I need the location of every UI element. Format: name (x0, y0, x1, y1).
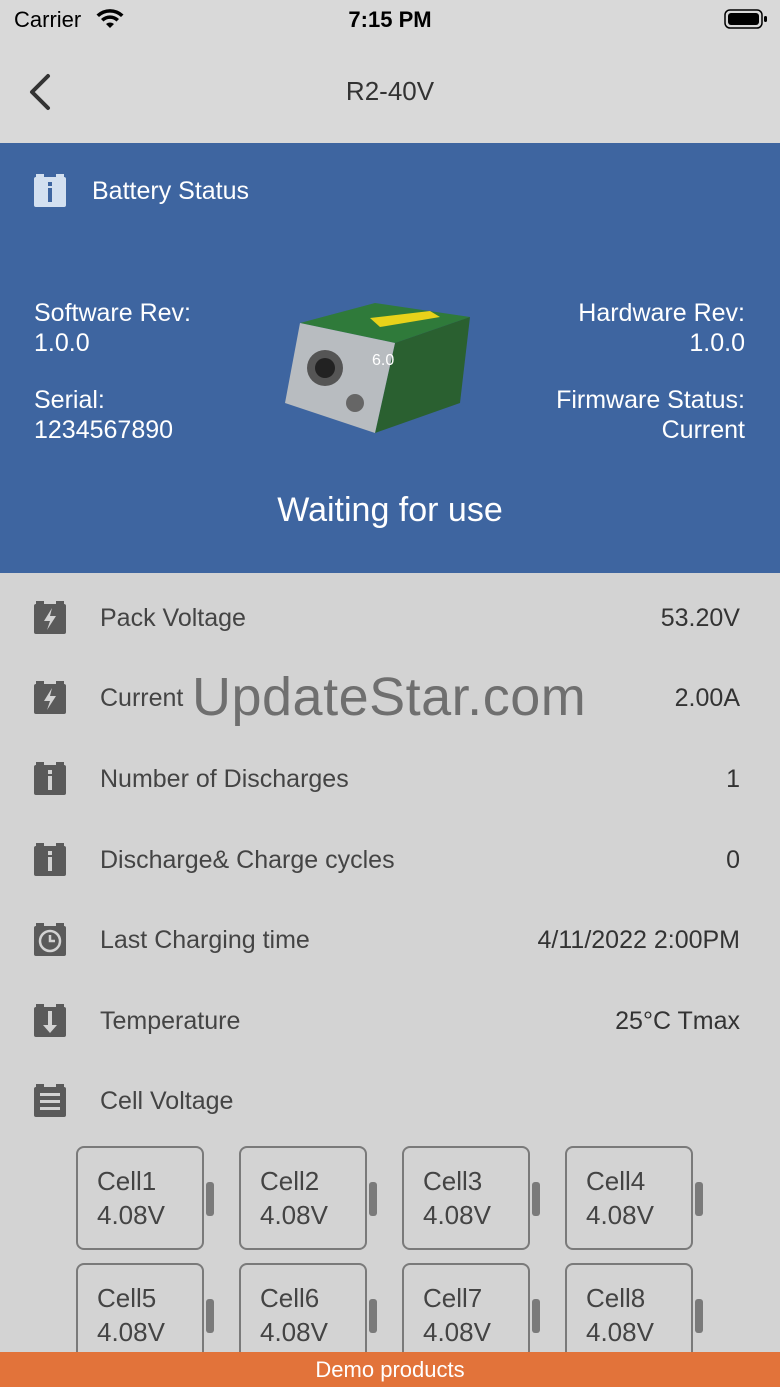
demo-products-banner[interactable]: Demo products (0, 1352, 780, 1387)
cell-name: Cell1 (97, 1166, 157, 1196)
cell-terminal (532, 1182, 540, 1216)
bolt-icon (34, 601, 66, 634)
row-label: Cell Voltage (100, 1087, 234, 1115)
cell-terminal (695, 1182, 703, 1216)
cell-name: Cell7 (423, 1283, 483, 1313)
cell-terminal (206, 1182, 214, 1216)
cell-voltage: 4.08V (260, 1200, 328, 1230)
row-value: 1 (726, 765, 740, 793)
bolt-icon (34, 681, 66, 714)
cell-name: Cell5 (97, 1283, 157, 1313)
row-discharge-charge-cycles: Discharge& Charge cycles 0 (0, 832, 780, 892)
battery-state-text: Waiting for use (277, 491, 503, 529)
row-label: Discharge& Charge cycles (100, 846, 395, 874)
serial-label: Serial: (34, 386, 105, 414)
cell-voltage: 4.08V (586, 1317, 654, 1347)
cell-tile-2[interactable]: Cell2 4.08V (239, 1146, 377, 1250)
info-icon (34, 174, 66, 207)
cell-name: Cell3 (423, 1166, 483, 1196)
firmware-status-value: Current (661, 416, 745, 444)
status-bar: Carrier 7:15 PM (0, 0, 780, 40)
cell-voltage: 4.08V (586, 1200, 654, 1230)
row-current: Current 2.00A (0, 670, 780, 730)
row-label: Pack Voltage (100, 604, 246, 632)
cell-voltage: 4.08V (97, 1317, 165, 1347)
page-title: R2-40V (345, 76, 435, 106)
row-value: 25°C Tmax (615, 1007, 740, 1035)
cell-voltage: 4.08V (260, 1317, 328, 1347)
cell-name: Cell4 (586, 1166, 646, 1196)
hardware-rev-label: Hardware Rev: (578, 299, 745, 327)
device-badge: 6.0 (372, 352, 394, 369)
row-label: Current (100, 684, 184, 712)
row-label: Temperature (100, 1007, 241, 1035)
cell-terminal (532, 1299, 540, 1333)
cell-name: Cell6 (260, 1283, 320, 1313)
row-number-of-discharges: Number of Discharges 1 (0, 751, 780, 811)
hardware-rev-value: 1.0.0 (689, 329, 745, 357)
row-value: 4/11/2022 2:00PM (537, 926, 740, 954)
clock-time: 7:15 PM (348, 7, 432, 32)
info-icon (34, 762, 66, 795)
software-rev-value: 1.0.0 (34, 329, 90, 357)
battery-pack-image: 6.0 (285, 303, 470, 433)
row-last-charging-time: Last Charging time 4/11/2022 2:00PM (0, 912, 780, 972)
down-arrow-icon (34, 1004, 66, 1037)
row-value: 53.20V (660, 604, 740, 632)
software-rev-label: Software Rev: (34, 299, 192, 327)
cell-terminal (695, 1299, 703, 1333)
navigation-bar: R2-40V (0, 40, 780, 144)
battery-icon (724, 9, 767, 29)
cell-voltage: 4.08V (97, 1200, 165, 1230)
cell-terminal (206, 1299, 214, 1333)
list-icon (34, 1084, 66, 1117)
cell-voltage: 4.08V (423, 1200, 491, 1230)
cell-name: Cell8 (586, 1283, 646, 1313)
cell-voltage: 4.08V (423, 1317, 491, 1347)
row-label: Last Charging time (100, 926, 310, 954)
serial-value: 1234567890 (34, 416, 174, 444)
row-pack-voltage: Pack Voltage 53.20V (0, 590, 780, 650)
row-value: 0 (726, 846, 740, 874)
firmware-status-label: Firmware Status: (556, 386, 745, 414)
cell-terminal (369, 1182, 377, 1216)
cell-tile-1[interactable]: Cell1 4.08V (76, 1146, 214, 1250)
cell-tile-4[interactable]: Cell4 4.08V (565, 1146, 703, 1250)
row-temperature: Temperature 25°C Tmax (0, 993, 780, 1053)
battery-status-header: Battery Status (92, 177, 250, 205)
cell-tile-3[interactable]: Cell3 4.08V (402, 1146, 540, 1250)
row-value: 2.00A (674, 684, 740, 712)
info-icon (34, 843, 66, 876)
cell-name: Cell2 (260, 1166, 320, 1196)
row-label: Number of Discharges (100, 765, 349, 793)
battery-status-panel: Battery Status Software Rev: 1.0.0 Seria… (0, 143, 780, 573)
clock-icon (34, 923, 66, 956)
row-cell-voltage: Cell Voltage (0, 1073, 780, 1133)
cell-terminal (369, 1299, 377, 1333)
